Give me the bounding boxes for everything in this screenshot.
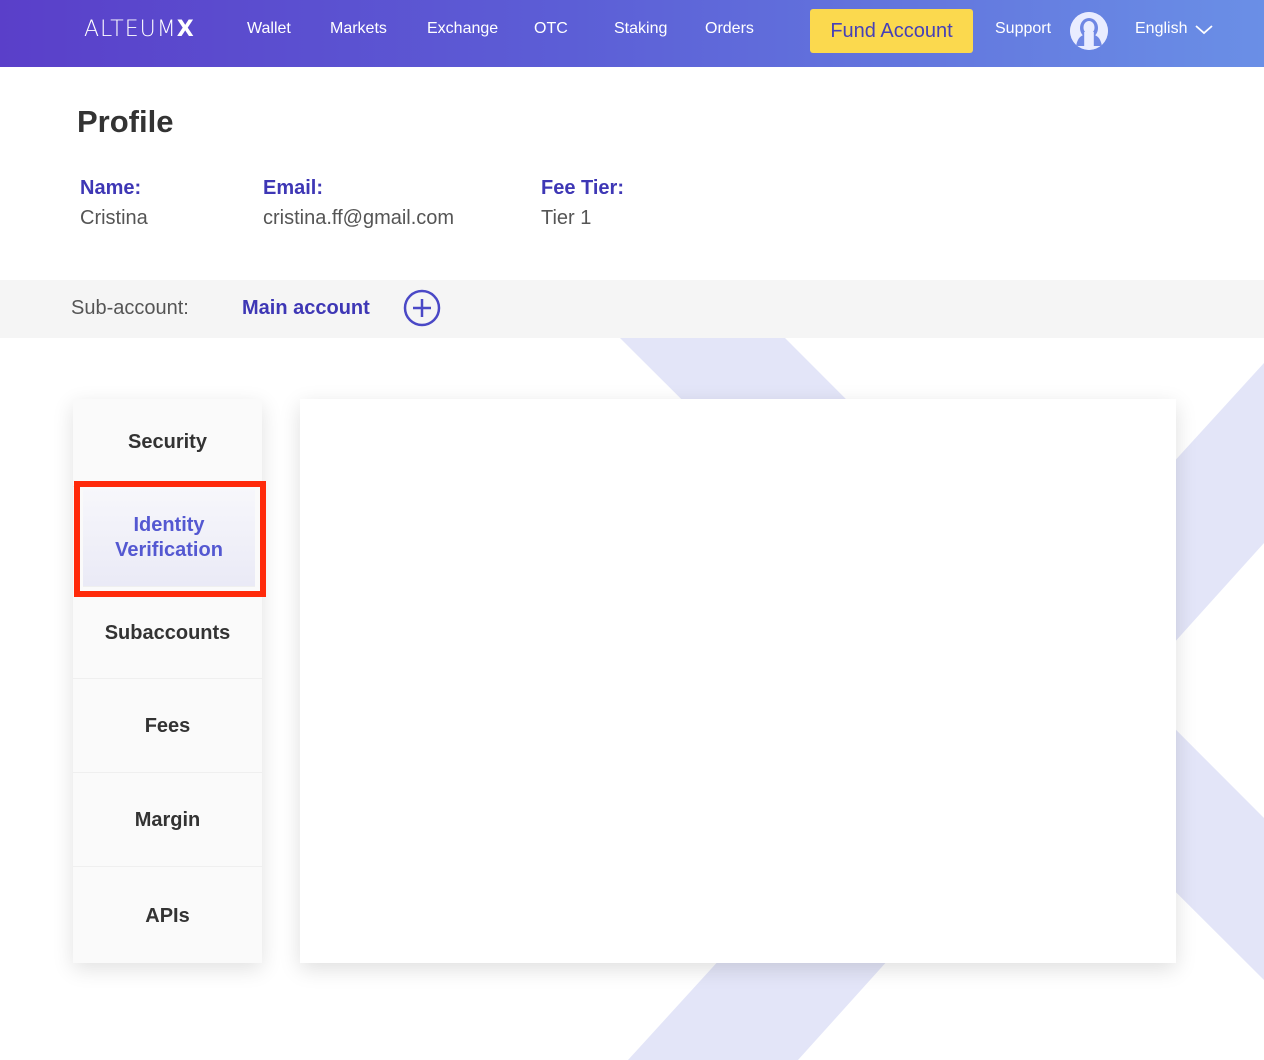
tab-identity-verification[interactable]: Identity Verification: [83, 489, 255, 587]
chevron-down-icon[interactable]: [1195, 24, 1213, 36]
nav-orders[interactable]: Orders: [705, 20, 754, 38]
nav-wallet[interactable]: Wallet: [247, 20, 291, 38]
nav-support[interactable]: Support: [995, 20, 1051, 38]
fee-tier-label: Fee Tier:: [541, 177, 624, 199]
page-title: Profile: [77, 104, 174, 139]
profile-page: ALTEUMX Wallet Markets Exchange OTC Stak…: [0, 0, 1264, 1060]
tab-subaccounts[interactable]: Subaccounts: [73, 589, 262, 679]
tab-margin[interactable]: Margin: [73, 775, 262, 867]
name-label: Name:: [80, 177, 142, 199]
nav-exchange[interactable]: Exchange: [427, 20, 498, 38]
tab-apis[interactable]: APIs: [73, 869, 262, 963]
name-value: Cristina: [80, 207, 148, 229]
nav-markets[interactable]: Markets: [330, 20, 387, 38]
nav-otc[interactable]: OTC: [534, 20, 568, 38]
language-selector[interactable]: English: [1135, 20, 1187, 38]
subaccount-main-link[interactable]: Main account: [242, 297, 370, 320]
profile-tabs: Security Identity Verification Subaccoun…: [73, 399, 262, 963]
plus-circle-icon[interactable]: [402, 288, 442, 328]
fund-account-button[interactable]: Fund Account: [810, 9, 973, 53]
subaccount-bar: Sub-account: Main account: [0, 280, 1264, 338]
user-avatar-icon[interactable]: [1070, 12, 1108, 50]
tab-fees[interactable]: Fees: [73, 681, 262, 773]
nav-staking[interactable]: Staking: [614, 20, 667, 38]
alteumx-logo[interactable]: ALTEUMX: [84, 17, 195, 42]
fee-tier-value: Tier 1: [541, 207, 592, 229]
subaccount-label: Sub-account:: [71, 297, 189, 319]
tab-security[interactable]: Security: [73, 399, 262, 487]
content-panel: [300, 399, 1176, 963]
email-value: cristina.ff@gmail.com: [263, 207, 455, 229]
email-label: Email:: [263, 177, 324, 199]
top-navigation: ALTEUMX Wallet Markets Exchange OTC Stak…: [0, 0, 1264, 67]
